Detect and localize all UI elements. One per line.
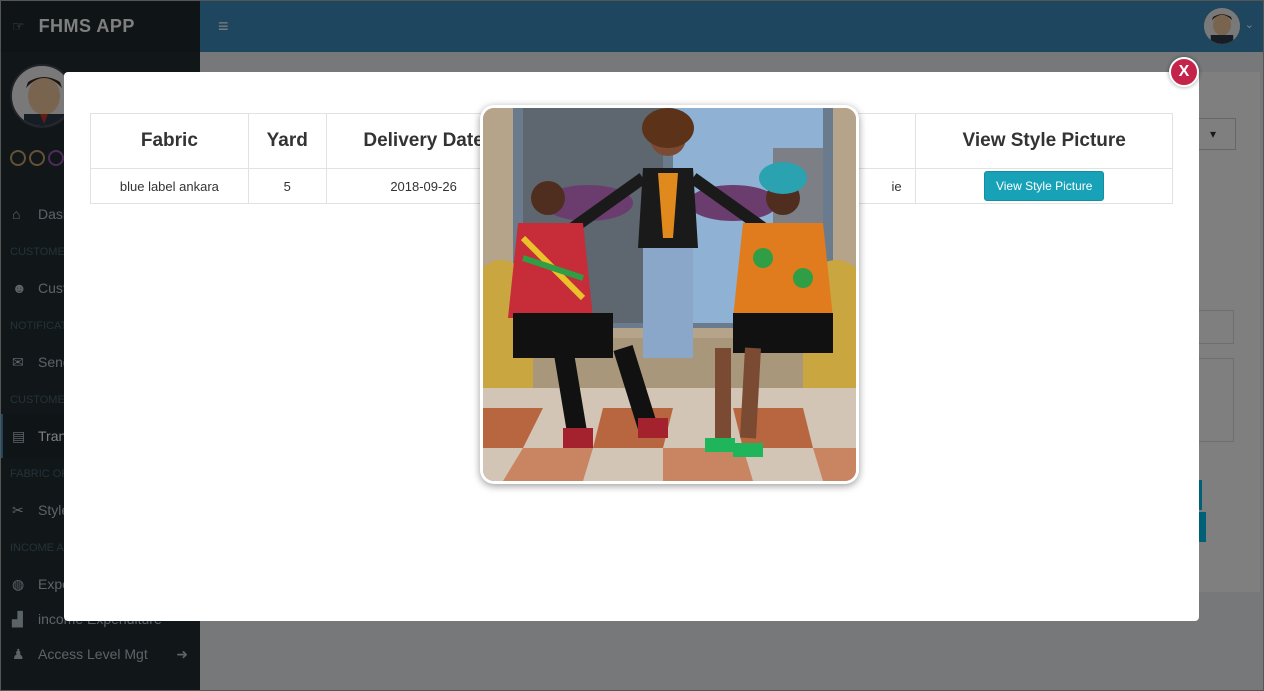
close-modal-button[interactable]: X bbox=[1169, 57, 1199, 87]
column-header-yard: Yard bbox=[247, 113, 327, 169]
style-picture-popup bbox=[480, 105, 859, 484]
view-style-picture-button[interactable]: View Style Picture bbox=[983, 171, 1105, 201]
column-header-view-style: View Style Picture bbox=[915, 113, 1173, 169]
style-picture bbox=[483, 108, 856, 481]
column-header-fabric: Fabric bbox=[90, 113, 249, 169]
cell-yard: 5 bbox=[247, 168, 327, 204]
cell-fabric: blue label ankara bbox=[90, 168, 249, 204]
cell-extra-text: ie bbox=[891, 178, 902, 194]
cell-action: View Style Picture bbox=[915, 168, 1173, 204]
